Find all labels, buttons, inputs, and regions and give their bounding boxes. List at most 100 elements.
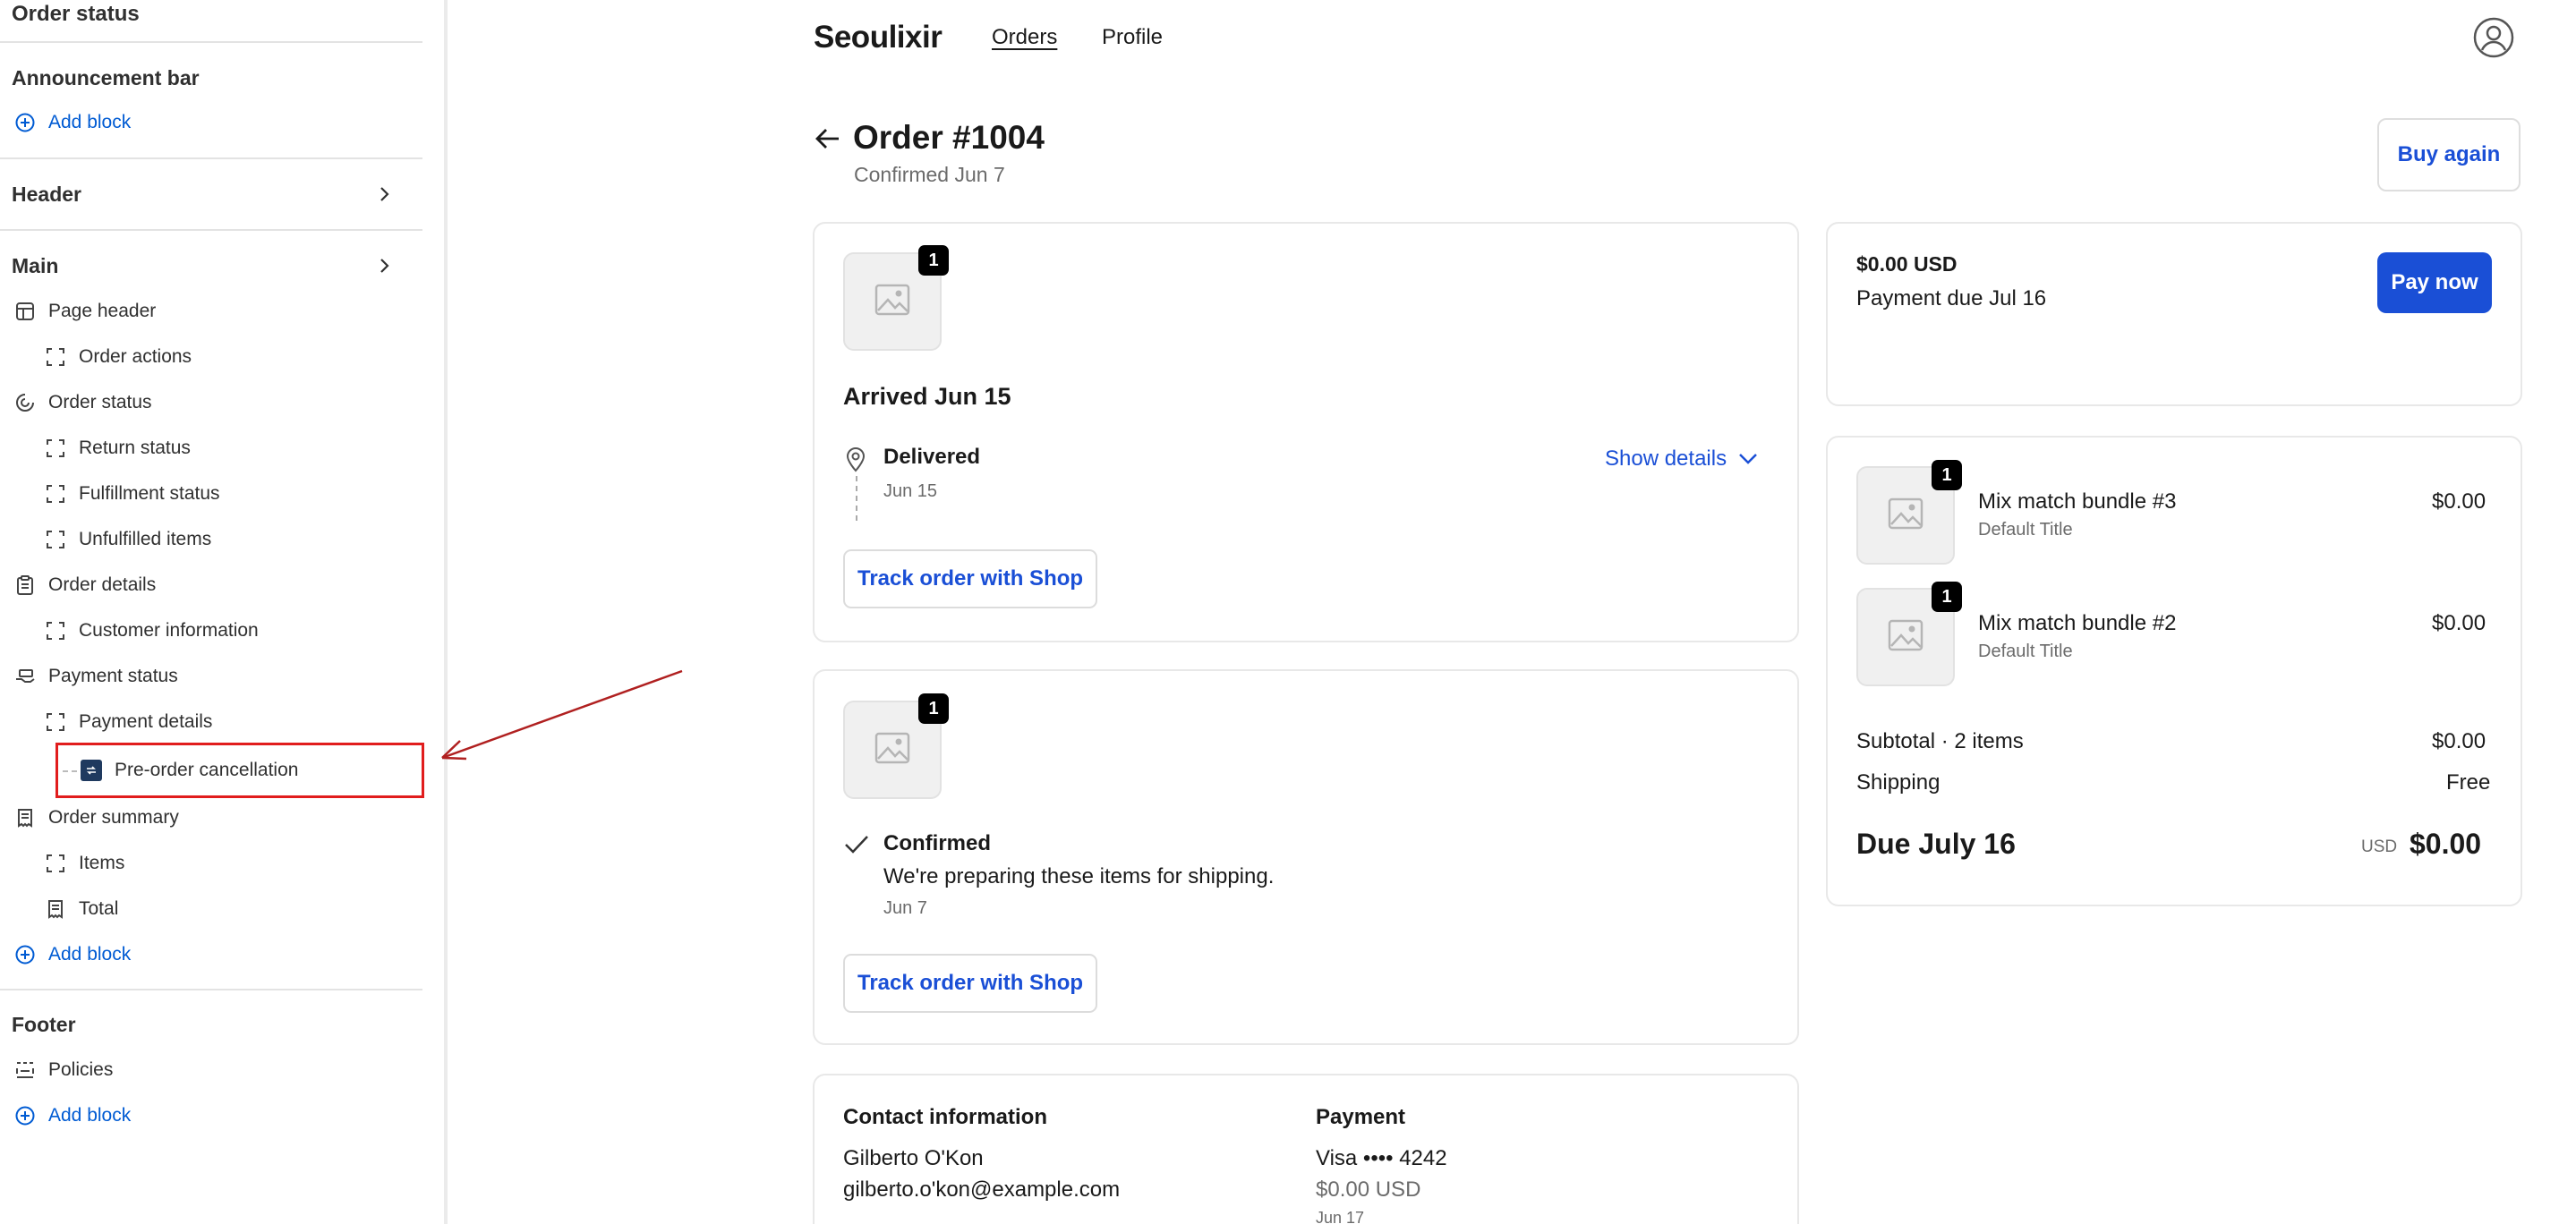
due-label: Due July 16 [1856, 828, 2016, 860]
show-details-link[interactable]: Show details [1605, 446, 1759, 472]
sidebar-item-label: Return status [79, 438, 191, 458]
show-details-label: Show details [1605, 446, 1727, 471]
add-block-label: Add block [48, 944, 132, 965]
sidebar-item-page-header[interactable]: Page header [14, 298, 156, 325]
shipping-label: Shipping [1856, 770, 1941, 795]
add-block-announcement[interactable]: Add block [14, 109, 131, 136]
sidebar-item-label: Items [79, 853, 125, 873]
image-placeholder-icon [874, 281, 911, 323]
payment-date: Jun 17 [1316, 1209, 1365, 1224]
sidebar-item-policies[interactable]: Policies [14, 1057, 113, 1084]
chevron-right-icon[interactable] [374, 256, 394, 276]
block-icon [45, 853, 66, 874]
chevron-right-icon[interactable] [374, 184, 394, 204]
sidebar-item-pre-order-cancellation[interactable]: Pre-order cancellation [81, 757, 298, 784]
contact-heading: Contact information [843, 1105, 1047, 1129]
subtotal-value: $0.00 [2432, 729, 2486, 753]
add-block-label: Add block [48, 1105, 132, 1126]
delivery-date: Jun 15 [883, 481, 938, 501]
block-icon [45, 620, 66, 642]
line-item-variant: Default Title [1978, 642, 2073, 661]
add-block-footer[interactable]: Add block [14, 1102, 131, 1129]
plus-circle-icon [14, 112, 36, 133]
divider [0, 989, 422, 990]
block-icon [45, 483, 66, 505]
sidebar-item-unfulfilled-items[interactable]: Unfulfilled items [45, 526, 211, 553]
line-item-name: Mix match bundle #3 [1978, 489, 2177, 514]
sidebar-item-label: Total [79, 898, 119, 919]
sidebar-item-label: Fulfillment status [79, 483, 220, 504]
divider [0, 41, 422, 43]
sidebar-item-order-details[interactable]: Order details [14, 572, 156, 599]
section-announcement-bar[interactable]: Announcement bar [12, 66, 200, 90]
sidebar-item-total[interactable]: Total [45, 896, 118, 922]
line-item-price: $0.00 [2432, 611, 2486, 635]
timeline-connector [856, 476, 857, 521]
account-avatar-icon[interactable] [2473, 17, 2514, 58]
buy-again-button[interactable]: Buy again [2377, 118, 2521, 191]
sidebar-item-label: Pre-order cancellation [115, 760, 299, 780]
section-header[interactable]: Header [12, 183, 81, 207]
receipt-icon [14, 807, 36, 829]
subtotal-label: Subtotal · 2 items [1856, 729, 2024, 753]
payment-card: Visa •••• 4242 [1316, 1146, 1447, 1170]
total-value: $0.00 [2410, 828, 2482, 860]
status-icon [14, 392, 36, 413]
sidebar-item-label: Payment details [79, 711, 213, 732]
order-title: Order #1004 [853, 119, 1045, 156]
section-footer[interactable]: Footer [12, 1013, 76, 1037]
sidebar-item-customer-information[interactable]: Customer information [45, 617, 259, 644]
receipt-icon [45, 898, 66, 920]
order-subtitle: Confirmed Jun 7 [854, 163, 1005, 186]
plus-circle-icon [14, 944, 36, 965]
checkmark-icon [843, 834, 870, 860]
payment-heading: Payment [1316, 1105, 1406, 1129]
back-arrow-icon[interactable] [815, 125, 841, 152]
quantity-badge: 1 [918, 245, 949, 276]
sidebar-item-payment-status[interactable]: Payment status [14, 663, 178, 690]
contact-email: gilberto.o'kon@example.com [843, 1177, 1121, 1202]
sidebar-item-order-actions[interactable]: Order actions [45, 344, 192, 370]
pay-now-button[interactable]: Pay now [2377, 252, 2492, 313]
nav-orders-link[interactable]: Orders [992, 25, 1057, 50]
sidebar-item-items[interactable]: Items [45, 850, 124, 877]
store-brand[interactable]: Seoulixir [814, 20, 943, 55]
sidebar-item-order-summary[interactable]: Order summary [14, 804, 179, 831]
sidebar-item-return-status[interactable]: Return status [45, 435, 191, 462]
sidebar-item-order-status[interactable]: Order status [14, 389, 152, 416]
block-icon [45, 711, 66, 733]
image-placeholder-icon [1887, 495, 1924, 537]
sidebar-item-label: Customer information [79, 620, 259, 641]
sidebar-item-payment-details[interactable]: Payment details [45, 709, 212, 735]
nav-profile-link[interactable]: Profile [1102, 25, 1163, 50]
sidebar-item-fulfillment-status[interactable]: Fulfillment status [45, 480, 220, 507]
block-icon [45, 346, 66, 368]
confirmed-message: We're preparing these items for shipping… [883, 864, 1275, 888]
add-block-main[interactable]: Add block [14, 941, 131, 968]
chevron-down-icon [1737, 452, 1759, 466]
layout-icon [14, 301, 36, 322]
track-order-button[interactable]: Track order with Shop [843, 954, 1098, 1013]
quantity-badge: 1 [918, 693, 949, 724]
clipboard-icon [14, 574, 36, 596]
track-order-button[interactable]: Track order with Shop [843, 549, 1098, 608]
divider [0, 157, 422, 159]
app-icon [81, 760, 102, 781]
line-item-price: $0.00 [2432, 489, 2486, 514]
quantity-badge: 1 [1932, 460, 1962, 490]
sidebar-item-label: Order status [48, 392, 152, 412]
shipment-title: Arrived Jun 15 [843, 383, 1011, 410]
annotation-arrow [441, 669, 683, 761]
confirmed-status: Confirmed [883, 831, 991, 855]
location-pin-icon [845, 446, 866, 477]
sidebar-item-label: Order actions [79, 346, 192, 367]
image-placeholder-icon [874, 729, 911, 771]
amount-due: $0.00 USD [1856, 252, 1958, 276]
sidebar-item-label: Order details [48, 574, 157, 595]
section-main[interactable]: Main [12, 254, 58, 278]
quantity-badge: 1 [1932, 582, 1962, 612]
line-item-name: Mix match bundle #2 [1978, 611, 2177, 635]
payment-amount: $0.00 USD [1316, 1177, 1421, 1202]
block-icon [45, 438, 66, 459]
delivery-status: Delivered [883, 445, 981, 469]
